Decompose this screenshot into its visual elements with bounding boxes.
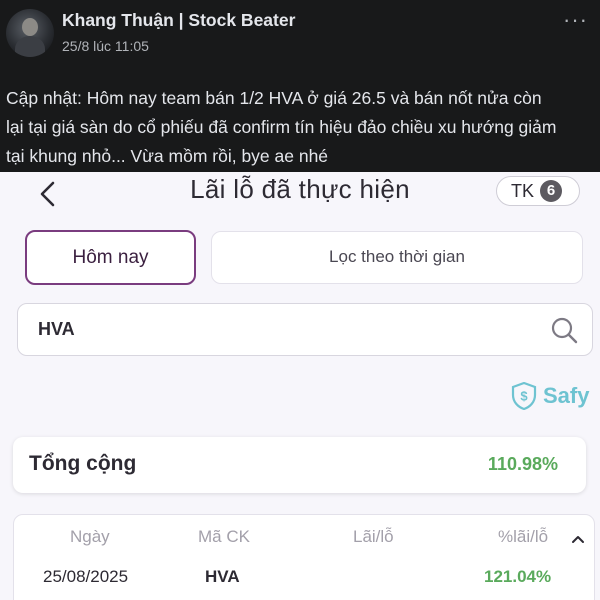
post-timestamp[interactable]: 25/8 lúc 11:05	[62, 38, 149, 54]
column-header-pnl: Lãi/lỗ	[353, 527, 394, 546]
chevron-up-icon[interactable]	[570, 534, 586, 544]
total-label: Tổng cộng	[29, 452, 137, 475]
brand-logo: $ Safy	[511, 382, 589, 410]
search-icon[interactable]	[550, 316, 578, 344]
svg-text:$: $	[520, 389, 528, 404]
row-ticker: HVA	[205, 567, 240, 586]
author-name[interactable]: Khang Thuận | Stock Beater	[62, 10, 295, 31]
post-text: Cập nhật: Hôm nay team bán 1/2 HVA ở giá…	[6, 88, 557, 166]
row-pnl-percent: 121.04%	[484, 567, 552, 586]
account-count-badge: 6	[540, 180, 563, 202]
row-date: 25/08/2025	[43, 567, 129, 586]
column-header-date: Ngày	[70, 527, 110, 546]
pnl-table: Ngày Mã CK Lãi/lỗ %lãi/lỗ 25/08/2025 HVA…	[13, 514, 595, 600]
tab-filter-by-time[interactable]: Lọc theo thời gian	[211, 231, 583, 284]
total-value: 110.98%	[487, 454, 558, 474]
column-header-ticker: Mã CK	[198, 527, 250, 546]
brand-name: Safy	[543, 383, 590, 408]
facebook-post: Khang Thuận | Stock Beater 25/8 lúc 11:0…	[0, 0, 600, 600]
shield-dollar-icon: $	[511, 382, 537, 410]
account-label: TK	[511, 180, 535, 201]
search-value: HVA	[38, 319, 75, 339]
author-avatar[interactable]	[6, 9, 54, 57]
tab-today[interactable]: Hôm nay	[25, 230, 196, 285]
more-options-icon[interactable]: ···	[563, 9, 588, 31]
account-selector[interactable]: TK 6	[496, 176, 580, 206]
total-summary-card: Tổng cộng 110.98%	[13, 437, 586, 493]
search-input[interactable]: HVA	[17, 303, 593, 356]
app-screenshot: Lãi lỗ đã thực hiện TK 6 Hôm nay Lọc the…	[0, 172, 600, 600]
column-header-pnl-percent: %lãi/lỗ	[498, 527, 549, 546]
